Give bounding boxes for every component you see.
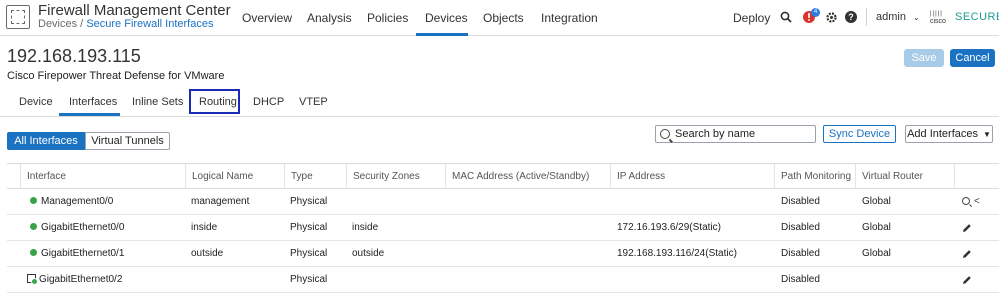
nav-active-indicator	[416, 33, 468, 36]
user-menu[interactable]: admin ⌄	[876, 11, 920, 23]
nav-policies[interactable]: Policies	[367, 11, 408, 25]
save-button[interactable]: Save	[904, 49, 944, 67]
column-logical-name[interactable]: Logical Name	[185, 164, 285, 189]
type-cell: Physical	[290, 248, 328, 259]
type-cell: Physical	[290, 196, 328, 207]
search-icon[interactable]	[779, 10, 793, 24]
security-zones-cell: outside	[352, 248, 385, 259]
interface-cell: GigabitEthernet0/2	[27, 267, 122, 293]
status-up-icon	[30, 196, 37, 204]
share-icon[interactable]: <	[974, 196, 980, 207]
app-title: Firewall Management Center	[38, 2, 231, 19]
alert-count-badge: 4	[811, 8, 820, 17]
logical-name-cell: inside	[191, 222, 218, 233]
search-input[interactable]: Search by name	[655, 125, 816, 143]
fmc-logo-icon	[6, 5, 30, 29]
column-ip-address[interactable]: IP Address	[610, 164, 777, 189]
cisco-brand-text: cisco	[930, 18, 946, 25]
top-navigation-bar: Firewall Management Center Devices / Sec…	[0, 0, 999, 36]
gear-icon[interactable]	[824, 10, 838, 24]
nav-overview[interactable]: Overview	[242, 11, 292, 25]
interface-cell: GigabitEthernet0/0	[30, 215, 124, 241]
search-icon[interactable]	[962, 197, 970, 205]
table-row[interactable]: Management0/0 management Physical Disabl…	[7, 189, 999, 215]
logical-name-cell: outside	[191, 248, 224, 259]
user-name: admin	[876, 11, 906, 23]
interface-name: GigabitEthernet0/0	[41, 222, 125, 233]
tab-device[interactable]: Device	[19, 96, 53, 108]
secure-brand-text: SECURE	[955, 11, 999, 23]
cancel-button[interactable]: Cancel	[950, 49, 995, 67]
all-interfaces-toggle[interactable]: All Interfaces	[7, 132, 85, 150]
edit-icon[interactable]	[962, 223, 972, 233]
column-security-zones[interactable]: Security Zones	[346, 164, 446, 189]
table-row[interactable]: GigabitEthernet0/2 Physical Disabled	[7, 267, 999, 293]
column-path-monitoring[interactable]: Path Monitoring	[774, 164, 857, 189]
add-interfaces-button[interactable]: Add Interfaces ▼	[905, 125, 993, 143]
virtual-router-cell: Global	[862, 222, 891, 233]
path-monitoring-cell: Disabled	[781, 274, 820, 285]
virtual-router-cell: Global	[862, 248, 891, 259]
column-type[interactable]: Type	[284, 164, 347, 189]
device-model: Cisco Firepower Threat Defense for VMwar…	[7, 70, 225, 82]
nav-objects[interactable]: Objects	[483, 11, 524, 25]
breadcrumb: Devices / Secure Firewall Interfaces	[38, 18, 213, 30]
tab-inline-sets[interactable]: Inline Sets	[132, 96, 183, 108]
breadcrumb-root[interactable]: Devices /	[38, 18, 83, 30]
column-virtual-router[interactable]: Virtual Router	[855, 164, 955, 189]
interface-icon	[27, 273, 38, 285]
column-actions	[954, 164, 999, 189]
interface-cell: Management0/0	[30, 189, 113, 215]
sync-device-button[interactable]: Sync Device	[823, 125, 896, 143]
type-cell: Physical	[290, 222, 328, 233]
nav-integration[interactable]: Integration	[541, 11, 598, 25]
cisco-logo: ||||| cisco	[930, 10, 946, 26]
path-monitoring-cell: Disabled	[781, 248, 820, 259]
tab-vtep[interactable]: VTEP	[299, 96, 328, 108]
status-up-icon	[30, 248, 37, 256]
virtual-router-cell: Global	[862, 196, 891, 207]
column-interface[interactable]: Interface	[20, 164, 191, 189]
cisco-bars-icon: |||||	[930, 11, 943, 17]
help-icon[interactable]: ?	[845, 11, 857, 23]
path-monitoring-cell: Disabled	[781, 196, 820, 207]
tab-interfaces[interactable]: Interfaces	[69, 96, 117, 108]
search-placeholder: Search by name	[675, 128, 756, 140]
toolbar-divider	[866, 8, 867, 26]
type-cell: Physical	[290, 274, 328, 285]
breadcrumb-current[interactable]: Secure Firewall Interfaces	[86, 18, 213, 30]
logical-name-cell: management	[191, 196, 250, 207]
search-icon	[660, 129, 670, 139]
nav-devices[interactable]: Devices	[425, 11, 468, 25]
tab-routing-highlight	[189, 89, 240, 114]
tabs-divider	[0, 116, 999, 117]
caret-down-icon: ▼	[983, 129, 991, 139]
interface-name: Management0/0	[41, 196, 114, 207]
table-row[interactable]: GigabitEthernet0/1 outside Physical outs…	[7, 241, 999, 267]
table-row[interactable]: GigabitEthernet0/0 inside Physical insid…	[7, 215, 999, 241]
add-interfaces-label: Add Interfaces	[907, 128, 978, 140]
deploy-button[interactable]: Deploy	[733, 11, 770, 25]
chevron-down-icon: ⌄	[913, 13, 920, 22]
ip-address-cell: 192.168.193.116/24(Static)	[617, 248, 737, 259]
interface-cell: GigabitEthernet0/1	[30, 241, 124, 267]
security-zones-cell: inside	[352, 222, 379, 233]
path-monitoring-cell: Disabled	[781, 222, 820, 233]
virtual-tunnels-toggle[interactable]: Virtual Tunnels	[85, 132, 170, 150]
column-mac-address[interactable]: MAC Address (Active/Standby)	[445, 164, 612, 189]
edit-icon[interactable]	[962, 275, 972, 285]
status-up-icon	[30, 222, 37, 230]
ip-address-cell: 172.16.193.6/29(Static)	[617, 222, 721, 233]
device-ip: 192.168.193.115	[7, 46, 141, 66]
table-header: Interface Logical Name Type Security Zon…	[7, 163, 999, 189]
tab-dhcp[interactable]: DHCP	[253, 96, 284, 108]
nav-analysis[interactable]: Analysis	[307, 11, 352, 25]
interface-name: GigabitEthernet0/1	[41, 248, 125, 259]
interface-name: GigabitEthernet0/2	[39, 274, 123, 285]
edit-icon[interactable]	[962, 249, 972, 259]
